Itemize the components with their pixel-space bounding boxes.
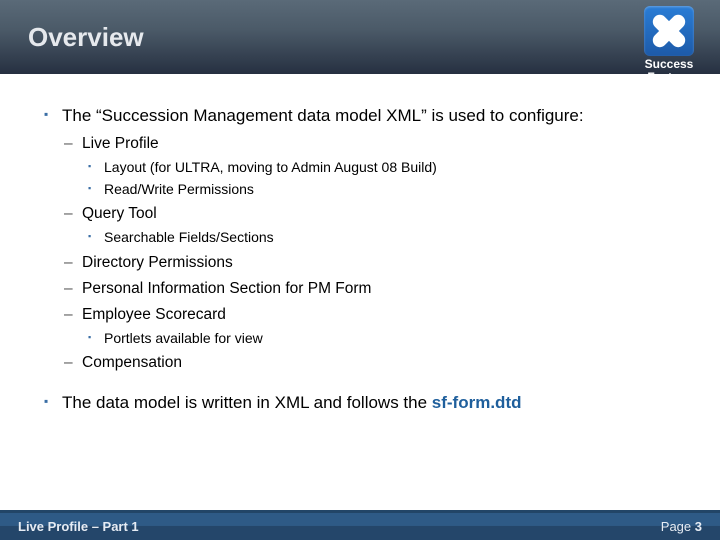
sub-sub-item: Layout (for ULTRA, moving to Admin Augus… xyxy=(82,158,680,176)
sub-sub-list: Layout (for ULTRA, moving to Admin Augus… xyxy=(82,158,680,198)
slide-footer: Live Profile – Part 1 Page 3 xyxy=(0,510,720,540)
slide-title: Overview xyxy=(28,22,144,53)
bullet-main-2: The data model is written in XML and fol… xyxy=(40,391,680,415)
slide-header: Overview Success Factors xyxy=(0,0,720,74)
slide-body: The “Succession Management data model XM… xyxy=(0,74,720,510)
sub-item-live-profile: Live Profile Layout (for ULTRA, moving t… xyxy=(62,134,680,199)
sub-item-label: Query Tool xyxy=(82,205,157,222)
bullet-list: The “Succession Management data model XM… xyxy=(40,104,680,415)
sub-sub-item: Read/Write Permissions xyxy=(82,180,680,198)
sub-item-personal-info: Personal Information Section for PM Form xyxy=(62,279,680,299)
sub-item-label: Live Profile xyxy=(82,135,159,152)
footer-left: Live Profile – Part 1 xyxy=(18,519,139,534)
bullet-main-1: The “Succession Management data model XM… xyxy=(40,104,680,373)
brand-logo: Success Factors xyxy=(632,6,706,83)
sub-item-directory: Directory Permissions xyxy=(62,253,680,273)
sub-item-query-tool: Query Tool Searchable Fields/Sections xyxy=(62,204,680,246)
sub-sub-item: Portlets available for view xyxy=(82,329,680,347)
sub-item-compensation: Compensation xyxy=(62,353,680,373)
x-person-icon xyxy=(651,13,687,49)
slide: Overview Success Factors The “Succession… xyxy=(0,0,720,540)
sub-sub-list: Portlets available for view xyxy=(82,329,680,347)
bullet-text: The “Succession Management data model XM… xyxy=(62,106,584,125)
sub-item-label: Employee Scorecard xyxy=(82,306,226,323)
sub-list: Live Profile Layout (for ULTRA, moving t… xyxy=(62,134,680,374)
bullet-text: The data model is written in XML and fol… xyxy=(62,393,432,412)
sub-item-employee-scorecard: Employee Scorecard Portlets available fo… xyxy=(62,305,680,347)
sub-sub-item: Searchable Fields/Sections xyxy=(82,228,680,246)
brand-name: Success Factors xyxy=(632,58,706,83)
sub-sub-list: Searchable Fields/Sections xyxy=(82,228,680,246)
page-number: 3 xyxy=(695,519,702,534)
dtd-name: sf-form.dtd xyxy=(432,393,522,412)
page-label: Page xyxy=(661,519,695,534)
brand-logo-icon xyxy=(644,6,694,56)
footer-page: Page 3 xyxy=(661,519,702,534)
brand-name-line2: Factors xyxy=(647,70,690,84)
